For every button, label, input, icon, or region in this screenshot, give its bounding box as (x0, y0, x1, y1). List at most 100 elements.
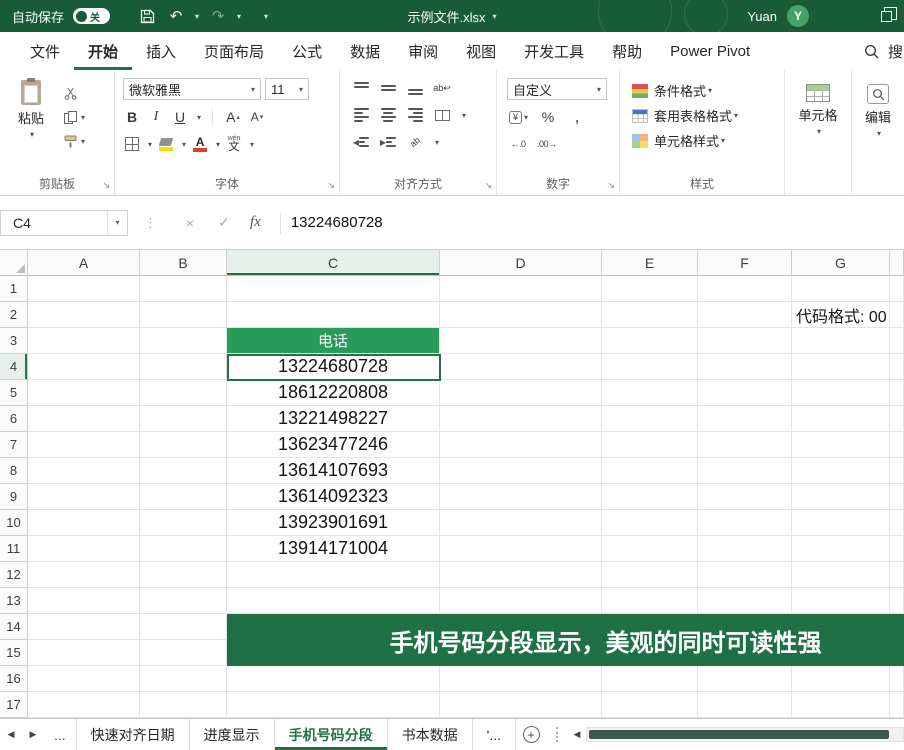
column-header-E[interactable]: E (602, 250, 698, 276)
scroll-left-icon[interactable]: ◀ (568, 729, 586, 740)
cell-D17[interactable] (440, 692, 602, 718)
row-header-13[interactable]: 13 (0, 588, 28, 614)
ribbon-tab-7[interactable]: 视图 (452, 32, 510, 70)
cell-C1[interactable] (227, 276, 440, 302)
cell-C12[interactable] (227, 562, 440, 588)
cell-G1[interactable] (792, 276, 890, 302)
row-header-15[interactable]: 15 (0, 640, 28, 666)
cell-C3[interactable]: 电话 (227, 328, 440, 354)
ribbon-tab-0[interactable]: 文件 (16, 32, 74, 70)
merge-dropdown-icon[interactable]: ▾ (462, 111, 466, 120)
cell-B1[interactable] (140, 276, 227, 302)
ribbon-tab-9[interactable]: 帮助 (598, 32, 656, 70)
formula-bar-value[interactable]: 13224680728 (291, 214, 383, 231)
cell-F8[interactable] (698, 458, 792, 484)
cell-A15[interactable] (28, 640, 140, 666)
row-header-3[interactable]: 3 (0, 328, 28, 354)
column-header-G[interactable]: G (792, 250, 890, 276)
cell-A10[interactable] (28, 510, 140, 536)
new-sheet-button[interactable]: + (516, 719, 546, 750)
borders-button[interactable] (123, 134, 141, 154)
ribbon-tab-3[interactable]: 页面布局 (190, 32, 278, 70)
cell-C13[interactable] (227, 588, 440, 614)
row-header-17[interactable]: 17 (0, 692, 28, 718)
cell-C2[interactable] (227, 302, 440, 328)
align-middle-button[interactable] (379, 78, 397, 98)
user-name[interactable]: Yuan (747, 9, 777, 24)
decrease-font-button[interactable]: A▾ (248, 107, 266, 127)
cell-B5[interactable] (140, 380, 227, 406)
cell-E1[interactable] (602, 276, 698, 302)
cell-A14[interactable] (28, 614, 140, 640)
italic-button[interactable]: I (147, 107, 165, 127)
cell-B8[interactable] (140, 458, 227, 484)
save-button[interactable] (137, 5, 157, 27)
sheet-nav-left-icon[interactable]: ◀ (0, 719, 22, 750)
row-header-11[interactable]: 11 (0, 536, 28, 562)
cut-button[interactable] (64, 84, 85, 102)
decrease-indent-button[interactable]: ◀ (352, 132, 370, 152)
sheet-tab-4[interactable]: '... (473, 719, 516, 750)
cell-G17[interactable] (792, 692, 890, 718)
cell-D6[interactable] (440, 406, 602, 432)
clipboard-dialog-launcher[interactable]: ↘ (102, 180, 110, 191)
font-name-select[interactable]: 微软雅黑 ▾ (123, 78, 261, 100)
cell-D4[interactable] (440, 354, 602, 380)
cell-E12[interactable] (602, 562, 698, 588)
cell-A17[interactable] (28, 692, 140, 718)
cell-H12[interactable] (890, 562, 904, 588)
row-header-1[interactable]: 1 (0, 276, 28, 302)
cell-D1[interactable] (440, 276, 602, 302)
sheet-tab-0[interactable]: 快速对齐日期 (76, 719, 190, 750)
cell-C6[interactable]: 13221498227 (227, 406, 440, 432)
horizontal-scrollbar[interactable] (586, 727, 904, 742)
font-dialog-launcher[interactable]: ↘ (327, 180, 335, 191)
quick-access-customize-icon[interactable]: ▾ (264, 12, 268, 21)
borders-dropdown-icon[interactable]: ▾ (148, 140, 152, 149)
ribbon-tab-10[interactable]: Power Pivot (656, 32, 764, 70)
cell-C10[interactable]: 13923901691 (227, 510, 440, 536)
cell-C4[interactable]: 13224680728 (227, 354, 440, 380)
cell-H10[interactable] (890, 510, 904, 536)
row-header-16[interactable]: 16 (0, 666, 28, 692)
cell-B15[interactable] (140, 640, 227, 666)
cell-F7[interactable] (698, 432, 792, 458)
cell-D13[interactable] (440, 588, 602, 614)
cells-button[interactable]: 单元格 ▾ (785, 76, 851, 136)
ribbon-tab-6[interactable]: 审阅 (394, 32, 452, 70)
row-header-9[interactable]: 9 (0, 484, 28, 510)
wrap-text-button[interactable]: ab↩ (433, 78, 451, 98)
cell-F10[interactable] (698, 510, 792, 536)
cell-G8[interactable] (792, 458, 890, 484)
cell-E6[interactable] (602, 406, 698, 432)
copy-button[interactable]: ▾ (64, 108, 85, 126)
cell-F2[interactable] (698, 302, 792, 328)
styles-button-1[interactable]: 套用表格格式▾ (632, 103, 784, 128)
cell-D7[interactable] (440, 432, 602, 458)
underline-dropdown-icon[interactable]: ▾ (197, 113, 201, 122)
font-color-button[interactable]: A (191, 134, 209, 154)
cell-D3[interactable] (440, 328, 602, 354)
cell-E7[interactable] (602, 432, 698, 458)
undo-dropdown-icon[interactable]: ▾ (195, 12, 199, 21)
cell-B13[interactable] (140, 588, 227, 614)
undo-button[interactable]: ↶ (166, 5, 186, 27)
cell-A5[interactable] (28, 380, 140, 406)
document-title[interactable]: 示例文件.xlsx ▾ (407, 0, 496, 32)
cell-H6[interactable] (890, 406, 904, 432)
comma-style-button[interactable]: , (568, 107, 586, 127)
cell-D2[interactable] (440, 302, 602, 328)
align-bottom-button[interactable] (406, 78, 424, 98)
redo-button[interactable]: ↷ (208, 5, 228, 27)
row-header-2[interactable]: 2 (0, 302, 28, 328)
name-box[interactable]: C4 ▾ (0, 210, 128, 236)
cell-D12[interactable] (440, 562, 602, 588)
cell-G7[interactable] (792, 432, 890, 458)
cell-E8[interactable] (602, 458, 698, 484)
name-box-dropdown-icon[interactable]: ▾ (107, 211, 127, 235)
phonetic-guide-button[interactable]: wén 文 (225, 134, 243, 154)
tab-scrollbar-splitter[interactable] (556, 727, 562, 742)
cell-A4[interactable] (28, 354, 140, 380)
bold-button[interactable]: B (123, 107, 141, 127)
cell-G12[interactable] (792, 562, 890, 588)
